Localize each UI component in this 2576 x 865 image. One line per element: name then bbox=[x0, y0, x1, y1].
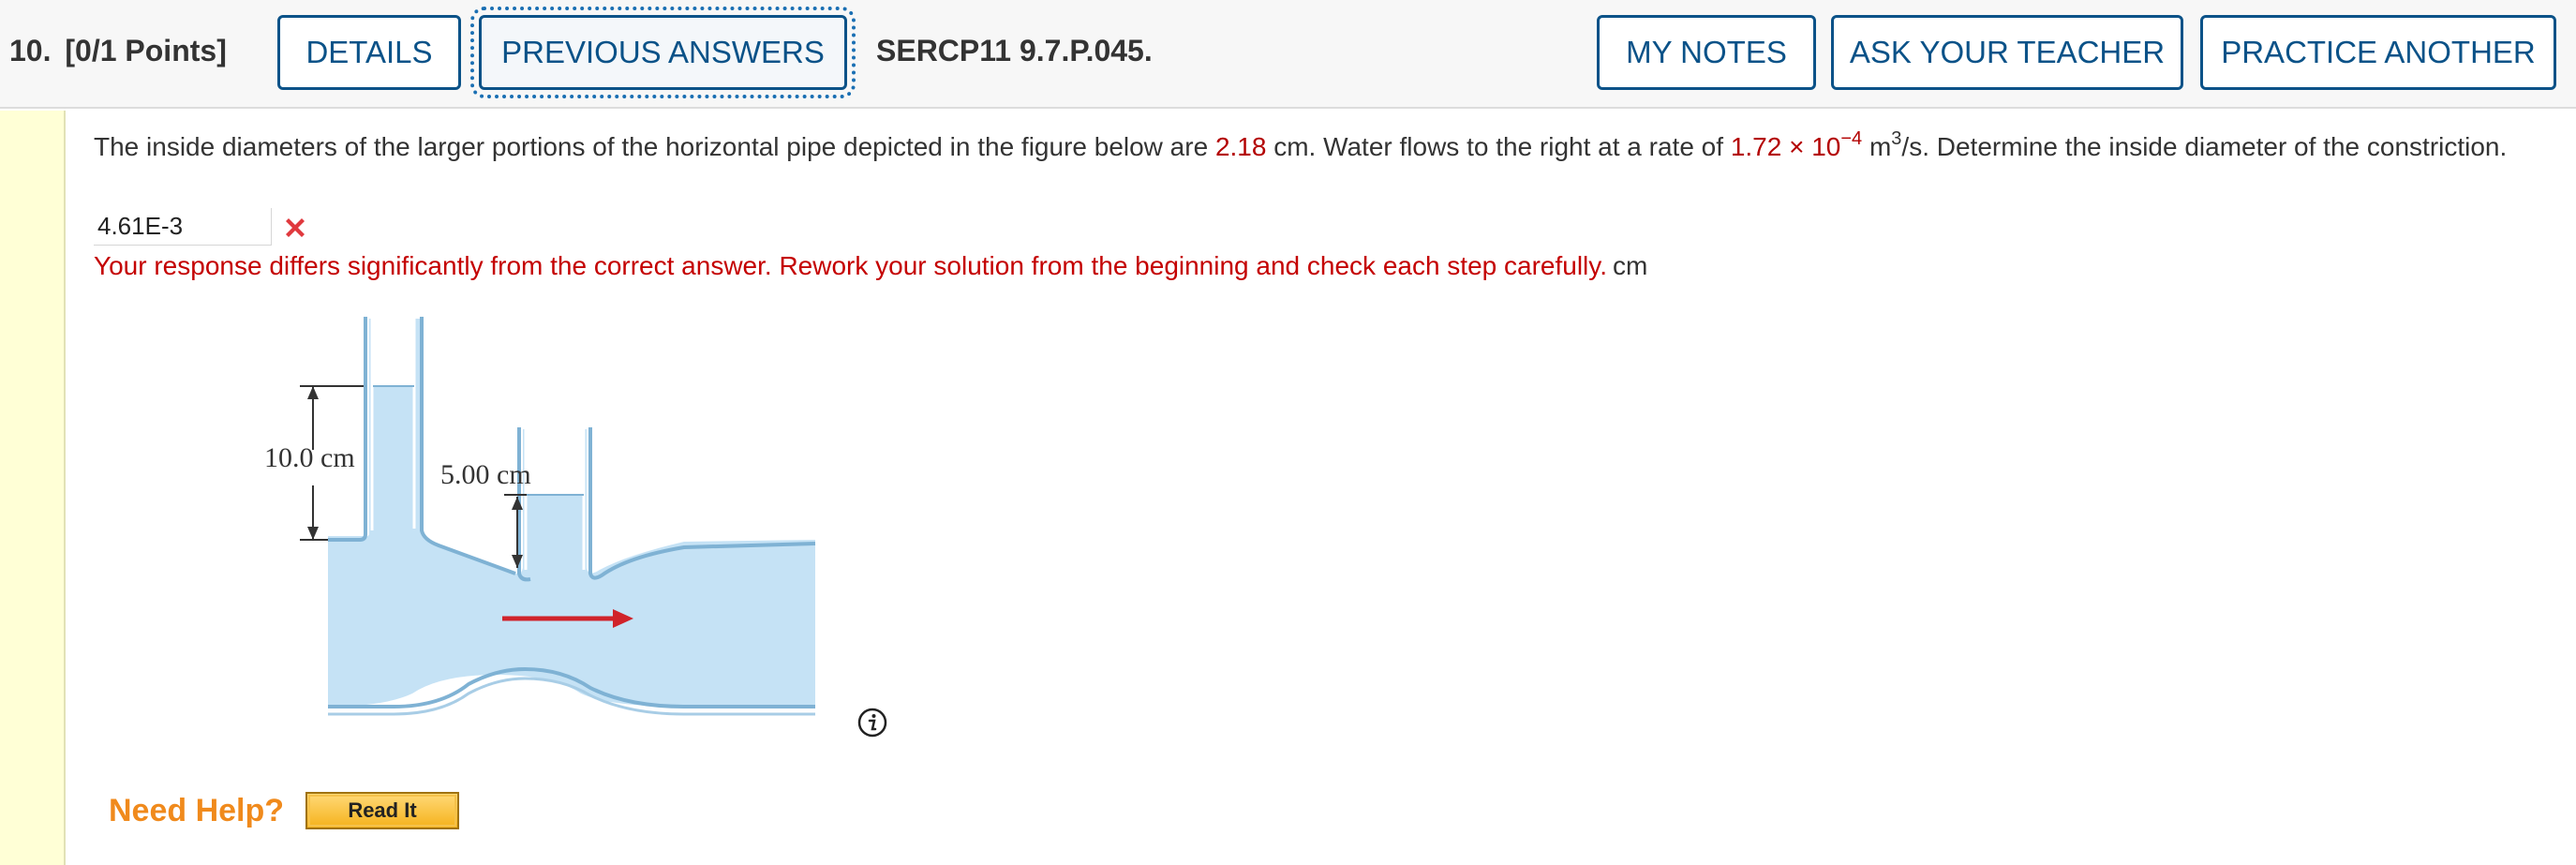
answer-unit: cm bbox=[1612, 251, 1648, 280]
question-text: The inside diameters of the larger porti… bbox=[94, 127, 2549, 168]
incorrect-x-icon bbox=[286, 218, 305, 237]
left-height-label: 10.0 cm bbox=[264, 442, 355, 473]
question-text-part-3: m bbox=[1862, 132, 1892, 161]
need-help-label: Need Help? bbox=[109, 793, 285, 828]
my-notes-button[interactable]: MY NOTES bbox=[1597, 15, 1816, 90]
flow-rate-value: 1.72 × 10−4 bbox=[1730, 129, 1862, 161]
practice-another-button[interactable]: PRACTICE ANOTHER bbox=[2200, 15, 2556, 90]
venturi-pipe-diagram bbox=[300, 317, 816, 716]
question-status-bar bbox=[0, 111, 66, 865]
points-label: [0/1 Points] bbox=[65, 34, 227, 67]
answer-input[interactable] bbox=[94, 208, 272, 246]
right-height-label: 5.00 cm bbox=[440, 459, 531, 490]
flow-rate-mantissa: 1.72 × 10 bbox=[1730, 132, 1841, 161]
question-header: 10. [0/1 Points] DETAILS PREVIOUS ANSWER… bbox=[0, 0, 2576, 109]
feedback-message: Your response differs significantly from… bbox=[94, 251, 1607, 280]
question-number-label: 10. bbox=[9, 34, 52, 67]
diameter-value: 2.18 bbox=[1214, 132, 1267, 161]
info-icon[interactable] bbox=[856, 707, 888, 738]
answer-feedback: Your response differs significantly from… bbox=[94, 247, 1647, 285]
previous-answers-button[interactable]: PREVIOUS ANSWERS bbox=[470, 7, 856, 98]
details-button[interactable]: DETAILS bbox=[277, 15, 461, 90]
pipe-figure: 10.0 cm 5.00 cm bbox=[253, 309, 834, 722]
left-tube-wall bbox=[328, 317, 367, 542]
question-text-part-4: /s. Determine the inside diameter of the… bbox=[1901, 132, 2508, 161]
flow-rate-exponent: −4 bbox=[1840, 128, 1863, 149]
left-tube-air bbox=[373, 317, 414, 386]
question-text-part-1: The inside diameters of the larger porti… bbox=[94, 132, 1215, 161]
question-number: 10. [0/1 Points] bbox=[9, 34, 227, 68]
unit-exponent: 3 bbox=[1891, 128, 1902, 149]
ask-teacher-button[interactable]: ASK YOUR TEACHER bbox=[1831, 15, 2183, 90]
course-id: SERCP11 9.7.P.045. bbox=[876, 34, 1153, 67]
right-tube-air bbox=[527, 427, 584, 495]
read-it-button[interactable]: Read It bbox=[305, 792, 459, 829]
question-text-part-2: cm. Water flows to the right at a rate o… bbox=[1266, 132, 1731, 161]
